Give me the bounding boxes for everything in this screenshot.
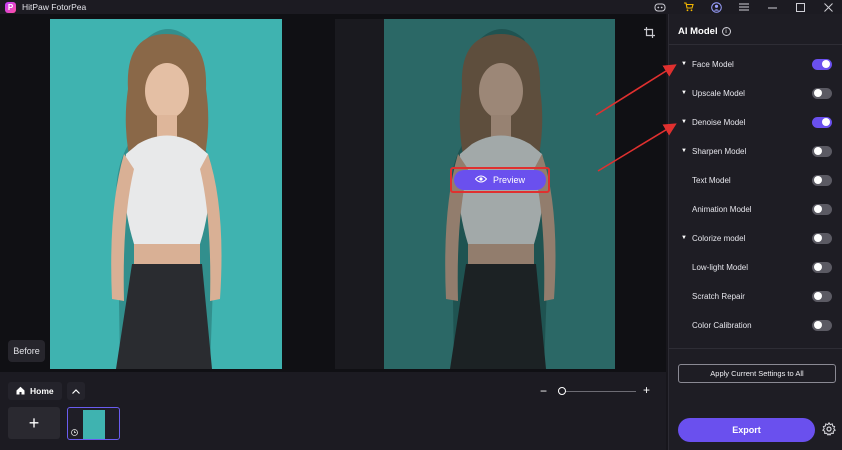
toggle-low-light-model[interactable]	[812, 261, 832, 273]
collapse-button[interactable]	[67, 382, 85, 400]
zoom-slider-track[interactable]	[558, 391, 636, 392]
home-icon	[16, 386, 25, 397]
app-window: P HitPaw FotorPea Before Preview Home + …	[0, 0, 842, 450]
caret-down-icon[interactable]: ▼	[681, 119, 687, 125]
toggle-sharpen-model[interactable]	[812, 145, 832, 157]
model-label: Denoise Model	[692, 117, 746, 127]
model-label: Upscale Model	[692, 88, 745, 98]
zoom-slider-handle[interactable]	[558, 387, 567, 395]
model-label: Color Calibration	[692, 320, 752, 330]
image-canvas: Before	[0, 14, 666, 372]
toggle-colorize-model[interactable]	[812, 232, 832, 244]
gear-icon[interactable]	[822, 421, 836, 438]
toggle-scratch-repair[interactable]	[812, 290, 832, 302]
minimize-icon[interactable]	[758, 0, 786, 14]
after-image	[384, 19, 615, 369]
toggle-knob	[814, 89, 822, 97]
preview-label: Preview	[492, 175, 525, 185]
model-row-animation-model[interactable]: Animation Model	[669, 201, 842, 217]
toggle-color-calibration[interactable]	[812, 319, 832, 331]
clock-icon	[71, 429, 78, 438]
zoom-out-button[interactable]: −	[540, 385, 547, 397]
model-row-color-calibration[interactable]: Color Calibration	[669, 317, 842, 333]
toggle-animation-model[interactable]	[812, 203, 832, 215]
eye-icon	[474, 175, 488, 185]
model-label: Text Model	[692, 175, 731, 185]
portrait-before-illustration	[111, 29, 222, 369]
toggle-knob	[822, 118, 830, 126]
toggle-knob	[822, 60, 830, 68]
app-title: HitPaw FotorPea	[22, 2, 87, 12]
before-button[interactable]: Before	[8, 340, 45, 362]
before-image	[50, 19, 282, 369]
model-row-upscale-model[interactable]: ▼ Upscale Model	[669, 85, 842, 101]
discord-icon[interactable]	[646, 0, 674, 14]
model-row-text-model[interactable]: Text Model	[669, 172, 842, 188]
apply-settings-to-all-button[interactable]: Apply Current Settings to All	[678, 364, 836, 383]
split-divider	[335, 19, 384, 369]
add-image-button[interactable]: +	[8, 407, 60, 439]
model-row-colorize-model[interactable]: ▼ Colorize model	[669, 230, 842, 246]
toggle-knob	[814, 263, 822, 271]
model-row-denoise-model[interactable]: ▼ Denoise Model	[669, 114, 842, 130]
menu-icon[interactable]	[730, 0, 758, 14]
toggle-upscale-model[interactable]	[812, 87, 832, 99]
crop-icon[interactable]	[644, 27, 655, 41]
model-label: Sharpen Model	[692, 146, 747, 156]
toggle-text-model[interactable]	[812, 174, 832, 186]
toggle-knob	[814, 292, 822, 300]
home-button[interactable]: Home	[8, 382, 62, 400]
close-icon[interactable]	[814, 0, 842, 14]
caret-down-icon[interactable]: ▼	[681, 148, 687, 154]
toggle-face-model[interactable]	[812, 58, 832, 70]
model-row-face-model[interactable]: ▼ Face Model	[669, 56, 842, 72]
zoom-in-button[interactable]: +	[643, 384, 650, 396]
toggle-denoise-model[interactable]	[812, 116, 832, 128]
ai-model-sidebar: AI Model i ▼ Face Model ▼ Upscale Model ▼ Den…	[668, 14, 842, 450]
home-label: Home	[30, 386, 54, 396]
sidebar-title-label: AI Model	[678, 26, 718, 37]
title-bar: P HitPaw FotorPea	[0, 0, 842, 14]
export-button[interactable]: Export	[678, 418, 815, 442]
title-bar-icons	[646, 0, 842, 14]
caret-down-icon[interactable]: ▼	[681, 235, 687, 241]
caret-down-icon[interactable]: ▼	[681, 90, 687, 96]
info-icon[interactable]: i	[721, 27, 731, 36]
plus-icon: +	[28, 412, 40, 433]
model-row-sharpen-model[interactable]: ▼ Sharpen Model	[669, 143, 842, 159]
toggle-knob	[814, 176, 822, 184]
chevron-up-icon	[72, 386, 80, 396]
thumbnail-image	[83, 410, 105, 439]
divider	[669, 348, 842, 349]
model-row-low-light-model[interactable]: Low-light Model	[669, 259, 842, 275]
model-label: Animation Model	[692, 204, 752, 214]
preview-button[interactable]: Preview	[454, 170, 546, 190]
maximize-icon[interactable]	[786, 0, 814, 14]
model-label: Colorize model	[692, 233, 746, 243]
caret-down-icon[interactable]: ▼	[681, 61, 687, 67]
user-icon[interactable]	[702, 0, 730, 14]
model-label: Low-light Model	[692, 262, 749, 272]
bottom-bar: Home + − +	[0, 372, 666, 450]
model-label: Face Model	[692, 59, 734, 69]
model-label: Scratch Repair	[692, 291, 745, 301]
toggle-knob	[814, 205, 822, 213]
model-row-scratch-repair[interactable]: Scratch Repair	[669, 288, 842, 304]
toggle-knob	[814, 321, 822, 329]
toggle-knob	[814, 147, 822, 155]
cart-icon[interactable]	[674, 0, 702, 14]
sidebar-title: AI Model i	[678, 26, 731, 37]
app-logo-icon: P	[5, 1, 16, 13]
image-thumbnail[interactable]	[67, 407, 120, 440]
divider	[669, 44, 842, 45]
portrait-after-illustration	[445, 29, 556, 369]
toggle-knob	[814, 234, 822, 242]
